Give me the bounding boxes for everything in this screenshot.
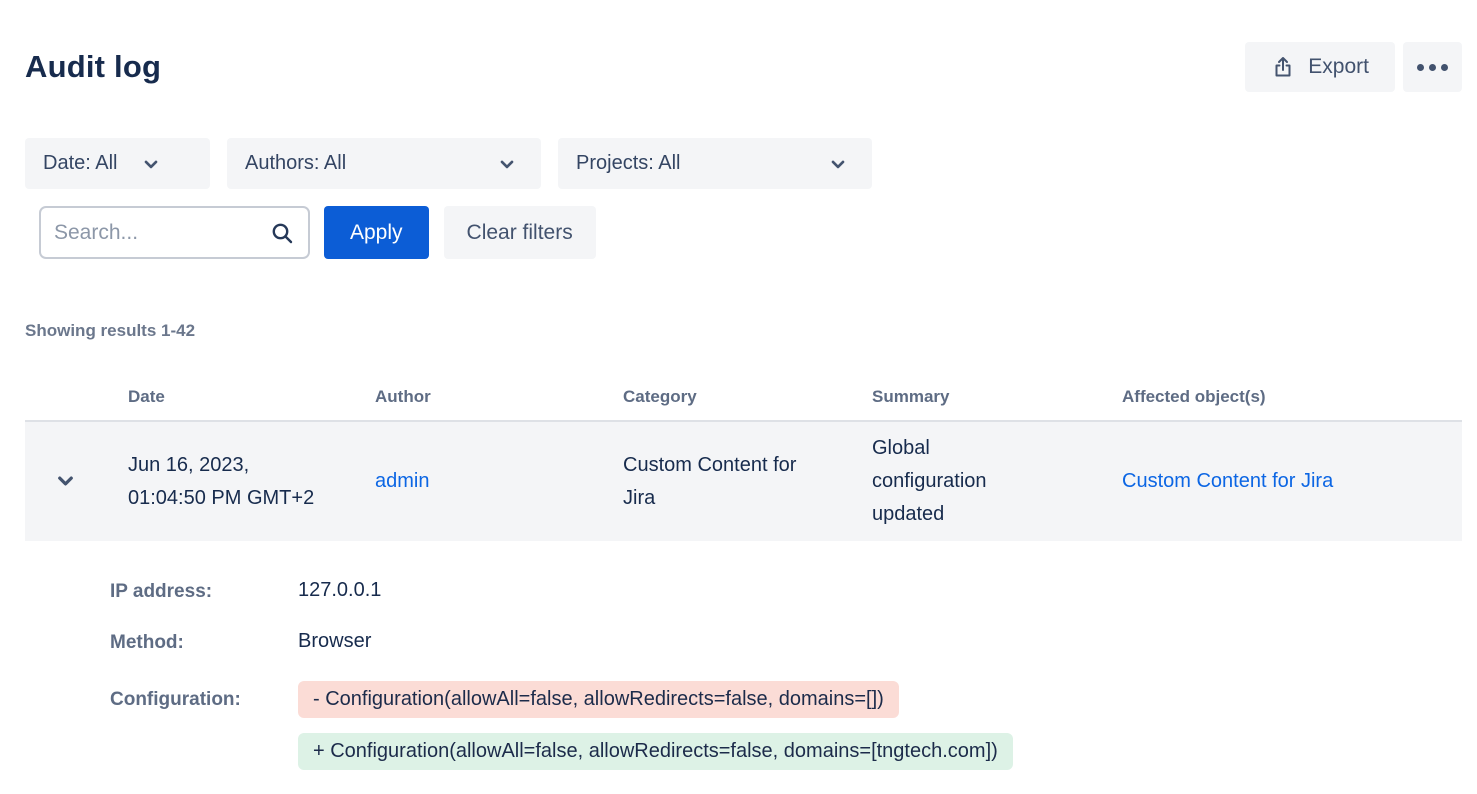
author-cell: admin — [375, 465, 623, 498]
detail-ip-address: IP address: 127.0.0.1 — [110, 579, 1462, 603]
audit-table: Date Author Category Summary Affected ob… — [25, 387, 1462, 785]
column-affected-objects: Affected object(s) — [1122, 387, 1462, 407]
diff-removed-line: - Configuration(allowAll=false, allowRed… — [298, 681, 899, 718]
apply-button[interactable]: Apply — [324, 206, 429, 259]
method-label: Method: — [110, 630, 298, 654]
authors-filter-label: Authors: All — [245, 152, 346, 175]
table-header: Date Author Category Summary Affected ob… — [25, 387, 1462, 422]
column-category: Category — [623, 387, 872, 407]
upload-icon — [1271, 55, 1295, 79]
export-button-label: Export — [1308, 55, 1369, 79]
column-expander — [25, 387, 128, 407]
page-title: Audit log — [25, 49, 161, 85]
column-date: Date — [128, 387, 375, 407]
chevron-down-icon — [828, 154, 848, 174]
more-options-button[interactable] — [1403, 42, 1462, 92]
row-details: IP address: 127.0.0.1 Method: Browser Co… — [110, 579, 1462, 785]
configuration-diff: - Configuration(allowAll=false, allowRed… — [298, 681, 1462, 785]
detail-configuration: Configuration: - Configuration(allowAll=… — [110, 681, 1462, 785]
projects-filter-dropdown[interactable]: Projects: All — [558, 138, 872, 189]
topbar-actions: Export — [1245, 42, 1462, 92]
expander-cell — [25, 465, 128, 499]
more-horizontal-icon — [1417, 64, 1424, 71]
authors-filter-dropdown[interactable]: Authors: All — [227, 138, 541, 189]
search-icon[interactable] — [270, 221, 294, 245]
summary-cell: Global configuration updated — [872, 432, 1044, 531]
audit-log-page: Audit log Export Date: All — [0, 42, 1477, 785]
category-cell: Custom Content for Jira — [623, 449, 872, 515]
detail-method: Method: Browser — [110, 630, 1462, 654]
topbar: Audit log Export — [25, 42, 1462, 92]
author-link[interactable]: admin — [375, 470, 429, 492]
chevron-down-icon — [497, 154, 517, 174]
table-row: Jun 16, 2023, 01:04:50 PM GMT+2 admin Cu… — [25, 422, 1462, 541]
search-box — [39, 206, 310, 259]
date-filter-dropdown[interactable]: Date: All — [25, 138, 210, 189]
affected-object-link[interactable]: Custom Content for Jira — [1122, 470, 1333, 492]
column-summary: Summary — [872, 387, 1122, 407]
filter-bar: Date: All Authors: All Projects: All — [25, 138, 1462, 189]
column-author: Author — [375, 387, 623, 407]
affected-objects-cell: Custom Content for Jira — [1122, 465, 1462, 498]
collapse-row-button[interactable] — [50, 465, 81, 499]
ip-address-value: 127.0.0.1 — [298, 579, 1462, 602]
chevron-down-icon — [141, 154, 161, 174]
date-cell: Jun 16, 2023, 01:04:50 PM GMT+2 — [128, 449, 375, 515]
configuration-label: Configuration: — [110, 681, 298, 711]
chevron-down-icon — [54, 469, 77, 495]
search-row: Apply Clear filters — [25, 206, 1462, 259]
export-button[interactable]: Export — [1245, 42, 1395, 92]
date-filter-label: Date: All — [43, 152, 117, 175]
results-summary: Showing results 1-42 — [25, 321, 1462, 341]
method-value: Browser — [298, 630, 1462, 653]
diff-added-line: + Configuration(allowAll=false, allowRed… — [298, 733, 1013, 770]
ip-address-label: IP address: — [110, 579, 298, 603]
clear-filters-button[interactable]: Clear filters — [444, 206, 596, 259]
projects-filter-label: Projects: All — [576, 152, 680, 175]
search-input[interactable] — [54, 221, 270, 245]
